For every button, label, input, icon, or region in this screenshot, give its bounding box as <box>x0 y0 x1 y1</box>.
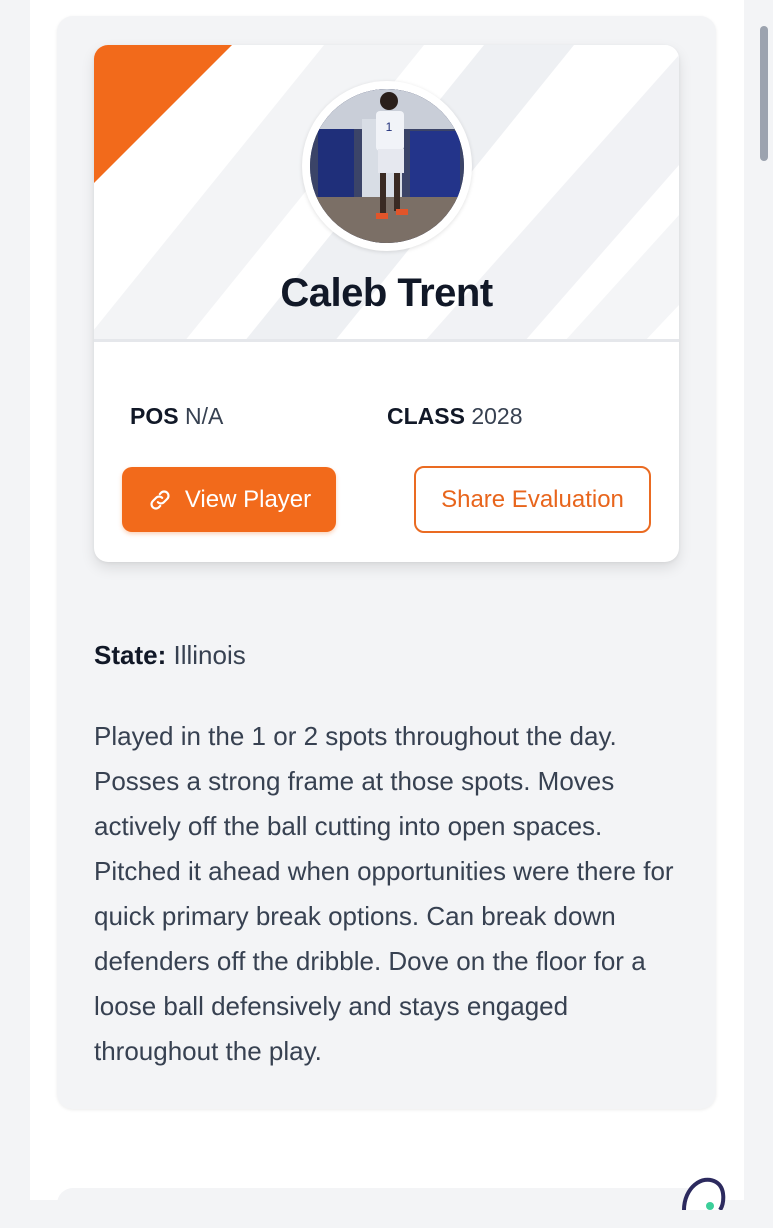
state-info: State: Illinois <box>94 640 246 671</box>
avatar-frame: 1 <box>302 81 472 251</box>
position-value: N/A <box>184 403 224 429</box>
evaluation-text: Played in the 1 or 2 spots throughout th… <box>94 721 674 1066</box>
svg-text:1: 1 <box>386 120 393 134</box>
player-name: Caleb Trent <box>280 271 493 315</box>
player-card: 1 Caleb Trent POS N/A CLASS 2028 View Pl… <box>94 45 679 562</box>
position-label: POS <box>130 403 179 429</box>
view-player-label: View Player <box>184 485 312 513</box>
scrollbar[interactable] <box>760 26 768 161</box>
link-icon <box>150 489 170 510</box>
player-banner: 1 Caleb Trent <box>94 45 679 342</box>
player-photo-icon: 1 <box>310 89 464 243</box>
share-evaluation-label: Share Evaluation <box>441 485 624 513</box>
avatar: 1 <box>310 89 464 243</box>
position-stat: POS N/A <box>130 403 223 430</box>
state-label: State: <box>94 640 167 670</box>
view-player-button[interactable]: View Player <box>122 467 336 532</box>
share-evaluation-button[interactable]: Share Evaluation <box>414 466 651 533</box>
class-value: 2028 <box>471 403 523 429</box>
chat-bubble-icon[interactable] <box>680 1170 740 1210</box>
next-evaluation-card <box>57 1188 716 1228</box>
class-stat: CLASS 2028 <box>387 403 523 430</box>
state-value: Illinois <box>173 640 246 670</box>
class-label: CLASS <box>387 403 465 429</box>
